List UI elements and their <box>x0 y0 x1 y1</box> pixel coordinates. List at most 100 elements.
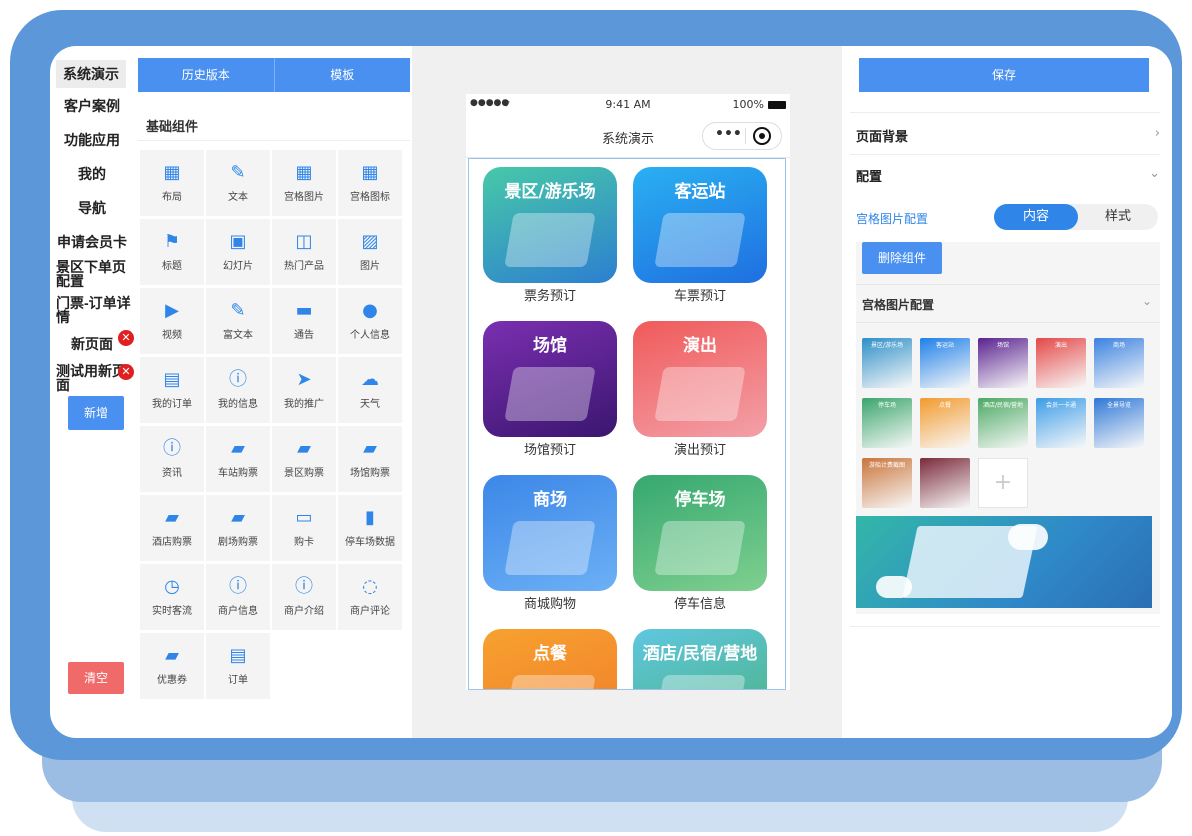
page-item-functions[interactable]: 功能应用 <box>56 132 128 148</box>
chevron-down-icon[interactable]: ⌄ <box>1142 294 1152 308</box>
component-clipboard-item[interactable]: ▤ 我的订单 <box>140 357 204 423</box>
thumbnail-item[interactable]: 场馆 <box>978 338 1028 388</box>
mini-program-capsule[interactable]: ••• <box>702 122 782 150</box>
thumbnail-item[interactable]: 游船计费截图 <box>862 458 912 508</box>
component-comment-item[interactable]: ◌ 商户评论 <box>338 564 402 630</box>
component-video-item[interactable]: ▶ 视频 <box>140 288 204 354</box>
component-ticket-item[interactable]: ▰ 酒店购票 <box>140 495 204 561</box>
component-ticket-item[interactable]: ▰ 剧场购票 <box>206 495 270 561</box>
tile-caption: 景区/游乐场 <box>504 182 596 202</box>
grid-image-component[interactable]: 景区/游乐场 票务预订 客运站 车票预订 场馆 场馆预订 演出 演出预订 商场 商城购物 停车场 停车… <box>468 158 786 690</box>
clear-button[interactable]: 清空 <box>68 662 124 694</box>
component-flag-item[interactable]: ⚑ 标题 <box>140 219 204 285</box>
tile-illustration <box>654 367 746 421</box>
battery-level: 100% <box>732 98 764 111</box>
page-item-member-card[interactable]: 申请会员卡 <box>50 234 134 250</box>
component-label: 资讯 <box>162 468 182 479</box>
tile-image: 停车场 <box>633 475 767 591</box>
tile-illustration <box>654 675 746 689</box>
thumbnail-item[interactable]: 商场 <box>1094 338 1144 388</box>
thumbnail-item[interactable]: 景区/游乐场 <box>862 338 912 388</box>
tab-templates[interactable]: 模板 <box>273 58 411 92</box>
grid-tile[interactable]: 停车场 停车信息 <box>633 475 767 612</box>
page-item-mine[interactable]: 我的 <box>56 166 128 182</box>
component-info-item[interactable]: ⓘ 我的信息 <box>206 357 270 423</box>
add-image-button[interactable]: + <box>978 458 1028 508</box>
more-icon[interactable]: ••• <box>715 126 742 142</box>
thumbnail-item[interactable]: 全景导览 <box>1094 398 1144 448</box>
component-bar-chart-item[interactable]: ▮ 停车场数据 <box>338 495 402 561</box>
thumbnail-caption: 酒店/民宿/营地 <box>982 402 1024 409</box>
page-item-cases[interactable]: 客户案例 <box>56 98 128 114</box>
component-ticket-item[interactable]: ▰ 景区购票 <box>272 426 336 492</box>
component-picture-item[interactable]: ▨ 图片 <box>338 219 402 285</box>
component-clipboard-item[interactable]: ▤ 订单 <box>206 633 270 699</box>
tab-content[interactable]: 内容 <box>994 204 1078 230</box>
component-message-item[interactable]: ▬ 通告 <box>272 288 336 354</box>
save-button[interactable]: 保存 <box>859 58 1149 92</box>
ticket-icon: ▰ <box>165 507 179 528</box>
grid-tile[interactable]: 场馆 场馆预订 <box>483 321 617 458</box>
delete-badge-icon[interactable]: ✕ <box>118 330 134 346</box>
page-background-row[interactable]: 页面背景 › <box>856 126 1160 145</box>
page-item-nav[interactable]: 导航 <box>56 200 128 216</box>
component-grid-image-item[interactable]: ▦ 宫格图片 <box>272 150 336 216</box>
user-icon: ● <box>362 300 378 321</box>
component-layout-item[interactable]: ▦ 布局 <box>140 150 204 216</box>
grid-tile[interactable]: 点餐 <box>483 629 617 689</box>
component-ticket-item[interactable]: ▰ 场馆购票 <box>338 426 402 492</box>
close-target-icon[interactable] <box>753 127 771 145</box>
component-clock-item[interactable]: ◷ 实时客流 <box>140 564 204 630</box>
grid-tile[interactable]: 客运站 车票预订 <box>633 167 767 304</box>
image-icon: ▣ <box>229 231 247 252</box>
component-ticket-item[interactable]: ▰ 优惠券 <box>140 633 204 699</box>
delete-badge-icon[interactable]: ✕ <box>118 364 134 380</box>
tab-style[interactable]: 样式 <box>1078 204 1158 230</box>
thumbnail-item[interactable]: 演出 <box>1036 338 1086 388</box>
tab-history[interactable]: 历史版本 <box>138 58 274 92</box>
component-edit-item[interactable]: ✎ 富文本 <box>206 288 270 354</box>
config-editor: 删除组件 宫格图片配置 ⌄ 景区/游乐场 客运站 场馆 演出 商场 停车场 点餐 酒店/民宿/… <box>856 242 1160 614</box>
ticket-icon: ▰ <box>297 438 311 459</box>
component-cloud-item[interactable]: ☁ 天气 <box>338 357 402 423</box>
thumbnail-item[interactable]: 点餐 <box>920 398 970 448</box>
book-icon: ◫ <box>295 231 313 252</box>
delete-component-button[interactable]: 删除组件 <box>862 242 942 274</box>
content-style-toggle[interactable]: 内容 样式 <box>994 204 1158 230</box>
config-panel: 保存 页面背景 › 配置 ⌄ 宫格图片配置 内容 样式 删除组件 宫格图片配置 … <box>850 46 1172 738</box>
component-grid-icon-item[interactable]: ▦ 宫格图标 <box>338 150 402 216</box>
page-item-system-demo[interactable]: 系统演示 <box>56 60 126 88</box>
component-label: 我的订单 <box>152 399 192 410</box>
component-label: 个人信息 <box>350 330 390 341</box>
page-item-scenic-order[interactable]: 景区下单页配置 <box>56 260 130 288</box>
thumbnail-caption: 会员一卡通 <box>1045 402 1076 409</box>
thumbnail-item[interactable]: 酒店/民宿/营地 <box>978 398 1028 448</box>
component-tabs: 历史版本 模板 <box>138 58 410 92</box>
component-user-item[interactable]: ● 个人信息 <box>338 288 402 354</box>
divider <box>850 154 1160 155</box>
grid-tile[interactable]: 演出 演出预订 <box>633 321 767 458</box>
component-image-item[interactable]: ▣ 幻灯片 <box>206 219 270 285</box>
thumbnail-item[interactable]: 会员一卡通 <box>1036 398 1086 448</box>
ticket-icon: ▰ <box>363 438 377 459</box>
grid-tile[interactable]: 商场 商城购物 <box>483 475 617 612</box>
thumbnail-item[interactable]: 客运站 <box>920 338 970 388</box>
component-text-item[interactable]: ✎ 文本 <box>206 150 270 216</box>
component-ticket-item[interactable]: ▰ 车站购票 <box>206 426 270 492</box>
component-send-item[interactable]: ➤ 我的推广 <box>272 357 336 423</box>
component-info-item[interactable]: ⓘ 资讯 <box>140 426 204 492</box>
component-book-item[interactable]: ◫ 热门产品 <box>272 219 336 285</box>
component-info-item[interactable]: ⓘ 商户介绍 <box>272 564 336 630</box>
config-row[interactable]: 配置 ⌄ <box>856 166 1160 185</box>
thumbnail-item[interactable] <box>920 458 970 508</box>
page-list: 系统演示 客户案例 功能应用 我的 导航 申请会员卡 景区下单页配置 门票-订单… <box>50 46 134 738</box>
page-item-ticket-order[interactable]: 门票-订单详情 <box>56 296 134 324</box>
add-page-button[interactable]: 新增 <box>68 396 124 430</box>
component-card-item[interactable]: ▭ 购卡 <box>272 495 336 561</box>
cloud-icon <box>876 576 912 598</box>
thumbnail-item[interactable]: 停车场 <box>862 398 912 448</box>
component-info-item[interactable]: ⓘ 商户信息 <box>206 564 270 630</box>
thumbnail-caption: 点餐 <box>938 402 951 409</box>
grid-tile[interactable]: 酒店/民宿/营地 <box>633 629 767 689</box>
grid-tile[interactable]: 景区/游乐场 票务预订 <box>483 167 617 304</box>
